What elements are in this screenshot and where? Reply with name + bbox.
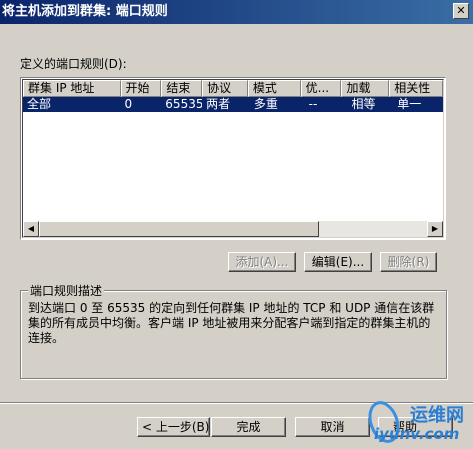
cell-load: 相等	[351, 97, 376, 111]
cell-start: 0	[124, 97, 133, 111]
scroll-right-icon[interactable]: ▶	[427, 221, 443, 237]
back-button[interactable]: < 上一步(B)	[137, 417, 210, 437]
window-title: 将主机添加到群集: 端口规则	[2, 4, 168, 19]
column-header[interactable]: 相关性	[389, 80, 444, 97]
watermark-cn: 运维网	[410, 405, 464, 426]
cancel-button[interactable]: 取消	[295, 417, 370, 437]
cell-ip: 全部	[27, 97, 52, 111]
cell-priority: --	[308, 97, 318, 111]
rule-description-title: 端口规则描述	[28, 282, 105, 299]
column-header[interactable]: 群集 IP 地址	[23, 80, 121, 97]
add-button[interactable]: 添加(A)...	[228, 252, 296, 272]
column-header[interactable]: 模式	[247, 80, 301, 97]
horizontal-scrollbar[interactable]: ◀ ▶	[23, 221, 443, 237]
remove-button[interactable]: 删除(R)	[380, 252, 437, 272]
table-row[interactable]: 全部 0 65535 两者 多重 -- 相等 单一	[23, 97, 443, 112]
cell-protocol: 两者	[206, 97, 231, 111]
watermark-en: iyunv.com	[374, 425, 460, 443]
column-header[interactable]: 结束	[161, 80, 203, 97]
cell-end: 65535	[165, 97, 203, 111]
scrollbar-thumb[interactable]	[39, 221, 319, 237]
port-rules-list[interactable]: 群集 IP 地址 开始 结束 协议 模式 优... 加载 相关性 全部 0 65…	[20, 77, 446, 240]
column-header[interactable]: 加载	[341, 80, 390, 97]
cell-affinity: 单一	[397, 97, 422, 111]
column-header[interactable]: 开始	[120, 80, 162, 97]
finish-button[interactable]: 完成	[211, 417, 286, 437]
scroll-left-icon[interactable]: ◀	[23, 221, 39, 237]
column-header[interactable]: 协议	[202, 80, 248, 97]
rule-description-text: 到达端口 0 至 65535 的定向到任何群集 IP 地址的 TCP 和 UDP…	[28, 301, 435, 345]
port-rules-label: 定义的端口规则(D):	[20, 57, 127, 71]
watermark-logo: 运维网 iyunv.com	[368, 398, 471, 448]
close-icon[interactable]: ✕	[453, 3, 469, 19]
title-bar: 将主机添加到群集: 端口规则 ✕	[0, 0, 473, 24]
edit-button[interactable]: 编辑(E)...	[304, 252, 372, 272]
list-header: 群集 IP 地址 开始 结束 协议 模式 优... 加载 相关性	[23, 80, 444, 97]
column-header[interactable]: 优...	[300, 80, 342, 97]
cell-mode: 多重	[253, 97, 278, 111]
